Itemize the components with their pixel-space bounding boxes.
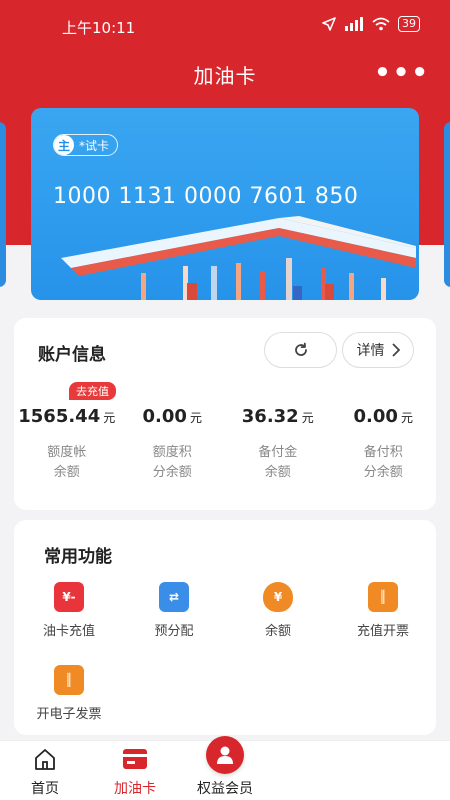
balance-unit: 元 bbox=[189, 411, 202, 425]
balance-value: 0.00 元 bbox=[120, 406, 226, 427]
status-icons: 39 bbox=[322, 16, 420, 32]
wifi-icon bbox=[372, 17, 390, 31]
balance-value: 0.00 元 bbox=[331, 406, 437, 427]
tab-label: 权益会员 bbox=[197, 781, 253, 797]
balance-value: 1565.44 元 bbox=[14, 406, 120, 427]
balance-quota-points[interactable]: 0.00 元 额度积分余额 bbox=[120, 406, 226, 483]
balance-value: 36.32 元 bbox=[225, 406, 331, 427]
card-number: 1000 1131 0000 7601 850 bbox=[53, 184, 359, 209]
function-label: 余额 bbox=[264, 624, 291, 639]
title-bar: 加油卡 ••• bbox=[0, 50, 450, 94]
refresh-icon bbox=[294, 342, 307, 356]
previous-card-peek[interactable] bbox=[0, 122, 6, 287]
balance-quota[interactable]: 1565.44 元 额度帐余额 bbox=[14, 406, 120, 483]
balance-label: 额度帐 余额 bbox=[14, 443, 120, 483]
function-label: 油卡充值 bbox=[42, 624, 95, 639]
balance-label-line1: 额度帐 bbox=[47, 445, 87, 460]
balance-label: 额度积 分余额 bbox=[120, 443, 226, 483]
balance-label-line1: 备付积 bbox=[363, 445, 403, 460]
balance-amount: 36.32 bbox=[241, 406, 299, 427]
balance-label-line2: 分余额 bbox=[363, 465, 403, 480]
card-recharge-icon: ¥- bbox=[54, 582, 84, 612]
function-label: 充值开票 bbox=[356, 624, 409, 639]
more-options-button[interactable]: ••• bbox=[374, 58, 430, 88]
balance-unit: 元 bbox=[400, 411, 413, 425]
balance-list: 1565.44 元 额度帐 余额 0.00 元 额度积 分余额 36.32 元 备付金 余额… bbox=[14, 406, 436, 483]
details-button[interactable]: 详情 bbox=[342, 332, 414, 368]
function-label: 预分配 bbox=[154, 624, 194, 639]
status-time: 上午10:11 bbox=[62, 19, 136, 37]
balance-label-line1: 备付金 bbox=[258, 445, 298, 460]
balance-unit: 元 bbox=[301, 411, 314, 425]
refresh-button[interactable] bbox=[264, 332, 337, 368]
tab-label: 加油卡 bbox=[114, 781, 156, 797]
common-functions-title: 常用功能 bbox=[44, 547, 112, 567]
home-icon bbox=[35, 749, 55, 770]
function-e-invoice[interactable]: ║ 开电子发票 bbox=[24, 665, 114, 722]
transfer-icon: ⇄ bbox=[159, 582, 189, 612]
account-info-panel: 账户信息 详情 去充值 1565.44 元 额度帐 余额 0.00 元 额度积 分余额 … bbox=[14, 318, 436, 510]
chevron-right-icon bbox=[391, 343, 400, 357]
function-recharge-invoice[interactable]: ║ 充值开票 bbox=[338, 582, 428, 639]
function-card-recharge[interactable]: ¥- 油卡充值 bbox=[24, 582, 114, 639]
balance-amount: 0.00 bbox=[142, 406, 187, 427]
go-recharge-tag[interactable]: 去充值 bbox=[69, 382, 116, 400]
card-type-badge: 主 *试卡 bbox=[53, 134, 119, 156]
member-button[interactable] bbox=[206, 736, 244, 774]
balance-reserve-points[interactable]: 0.00 元 备付积分余额 bbox=[331, 406, 437, 483]
function-balance[interactable]: ¥ 余额 bbox=[233, 582, 323, 639]
signal-icon bbox=[345, 17, 363, 31]
balance-label-line2: 分余额 bbox=[152, 465, 192, 480]
details-label: 详情 bbox=[356, 343, 385, 359]
balance-unit: 元 bbox=[103, 411, 116, 425]
battery-indicator: 39 bbox=[398, 16, 420, 32]
balance-reserve[interactable]: 36.32 元 备付金余额 bbox=[225, 406, 331, 483]
balance-label: 备付金 余额 bbox=[225, 443, 331, 483]
e-ticket-icon: ║ bbox=[54, 665, 84, 695]
next-card-peek[interactable] bbox=[444, 122, 450, 287]
money-bag-icon: ¥ bbox=[263, 582, 293, 612]
bottom-tab-bar: 首页 加油卡 权益会员 bbox=[0, 736, 450, 800]
status-bar: 上午10:11 39 bbox=[0, 0, 450, 50]
fuel-card-icon bbox=[123, 749, 147, 769]
function-label: 开电子发票 bbox=[36, 707, 102, 722]
balance-label-line2: 余额 bbox=[53, 465, 80, 480]
ticket-icon: ║ bbox=[368, 582, 398, 612]
balance-label-line2: 余额 bbox=[264, 465, 291, 480]
card-holder-name: *试卡 bbox=[79, 138, 110, 153]
primary-card-tag: 主 bbox=[54, 135, 74, 155]
balance-label: 备付积 分余额 bbox=[331, 443, 437, 483]
member-icon bbox=[217, 746, 233, 764]
common-functions-panel: 常用功能 ¥- 油卡充值 ⇄ 预分配 ¥ 余额 ║ 充值开票 ║ 开电子发票 bbox=[14, 520, 436, 735]
balance-amount: 1565.44 bbox=[18, 406, 101, 427]
function-pre-allocate[interactable]: ⇄ 预分配 bbox=[129, 582, 219, 639]
location-arrow-icon bbox=[322, 17, 336, 31]
tab-label: 首页 bbox=[31, 781, 59, 797]
fuel-card[interactable]: 主 *试卡 1000 1131 0000 7601 850 bbox=[31, 108, 419, 300]
balance-amount: 0.00 bbox=[353, 406, 398, 427]
balance-label-line1: 额度积 bbox=[152, 445, 192, 460]
account-info-title: 账户信息 bbox=[38, 345, 106, 365]
